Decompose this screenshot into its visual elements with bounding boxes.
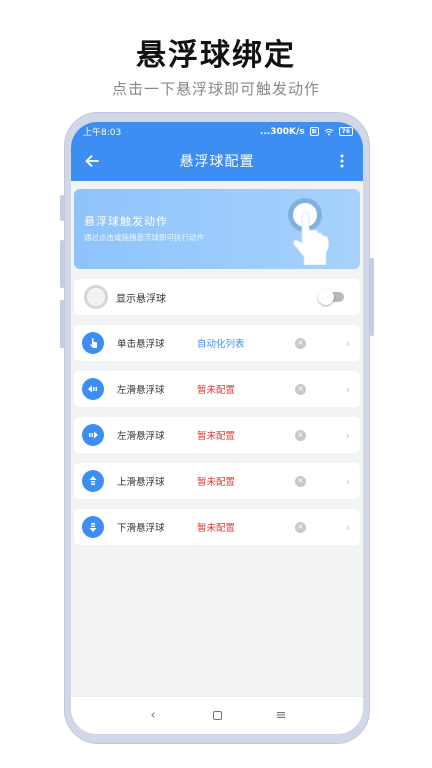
action-row-swipe-down[interactable]: 下滑悬浮球 暂未配置 × › <box>74 509 360 545</box>
banner-title: 悬浮球触发动作 <box>84 215 168 228</box>
app-bar: 悬浮球配置 <box>71 141 363 181</box>
tap-hand-illustration-icon <box>288 198 330 265</box>
chevron-left-icon: ‹ <box>150 708 156 723</box>
back-button[interactable] <box>81 150 103 172</box>
promo-title: 悬浮球绑定 <box>136 38 296 73</box>
nav-back-button[interactable]: ‹ <box>140 703 166 729</box>
more-button[interactable] <box>331 150 353 172</box>
chevron-right-icon: › <box>345 336 350 350</box>
promo-subtitle: 点击一下悬浮球即可触发动作 <box>111 80 320 98</box>
chevron-right-icon: › <box>345 520 350 534</box>
tap-icon <box>82 332 104 354</box>
floating-ball-toggle-card: 显示悬浮球 <box>74 279 360 315</box>
chevron-right-icon: › <box>345 382 350 396</box>
switch-knob <box>318 289 334 305</box>
battery-icon: 76 <box>338 127 353 136</box>
chevron-right-icon: › <box>345 428 350 442</box>
banner-description: 通过点击或拖拽悬浮球即可执行动作 <box>84 233 204 242</box>
action-value: 暂未配置 <box>197 431 236 442</box>
action-label: 上滑悬浮球 <box>117 477 165 488</box>
status-time: 上午8:03 <box>83 128 122 138</box>
more-vertical-icon <box>340 154 344 168</box>
action-value: 暂未配置 <box>197 477 236 488</box>
show-floating-ball-switch[interactable] <box>318 289 344 305</box>
toggle-label: 显示悬浮球 <box>116 293 166 305</box>
floating-ball-preview-icon <box>84 285 108 309</box>
action-row-swipe-right[interactable]: 左滑悬浮球 暂未配置 × › <box>74 417 360 453</box>
sim-icon: ⊠ <box>309 127 319 136</box>
action-row-swipe-up[interactable]: 上滑悬浮球 暂未配置 × › <box>74 463 360 499</box>
action-value: 自动化列表 <box>197 339 245 350</box>
clear-icon[interactable]: × <box>295 429 306 441</box>
floating-ball-preview-inner <box>87 288 105 306</box>
action-label: 左滑悬浮球 <box>117 385 165 396</box>
nav-menu-button[interactable]: ≡ <box>268 703 294 729</box>
clear-icon[interactable]: × <box>295 337 306 349</box>
clear-icon[interactable]: × <box>295 383 306 395</box>
clear-icon[interactable]: × <box>295 521 306 533</box>
network-speed: ...300K/s <box>259 126 305 137</box>
nav-home-button[interactable] <box>204 703 230 729</box>
wifi-icon <box>324 128 333 135</box>
swipe-up-icon <box>82 470 104 492</box>
action-value: 暂未配置 <box>197 523 236 534</box>
system-nav-bar: ‹ ≡ <box>71 696 363 734</box>
action-row-tap[interactable]: 单击悬浮球 自动化列表 × › <box>74 325 360 361</box>
action-label: 单击悬浮球 <box>117 339 165 350</box>
square-icon <box>212 711 222 720</box>
page-title: 悬浮球配置 <box>179 154 255 170</box>
swipe-right-icon <box>82 424 104 446</box>
action-label: 下滑悬浮球 <box>117 523 165 534</box>
phone-screen: 上午8:03 ...300K/s ⊠ 76 悬浮球配置 悬浮球触发动作 通过点击… <box>71 122 363 734</box>
action-label: 左滑悬浮球 <box>117 431 165 442</box>
status-bar: 上午8:03 ...300K/s ⊠ 76 <box>71 122 363 141</box>
status-icons: ...300K/s ⊠ 76 <box>260 127 353 137</box>
swipe-left-icon <box>82 378 104 400</box>
menu-icon: ≡ <box>275 708 287 723</box>
action-value: 暂未配置 <box>197 385 236 396</box>
arrow-left-icon <box>85 155 99 167</box>
action-row-swipe-left[interactable]: 左滑悬浮球 暂未配置 × › <box>74 371 360 407</box>
clear-icon[interactable]: × <box>295 475 306 487</box>
info-banner: 悬浮球触发动作 通过点击或拖拽悬浮球即可执行动作 <box>74 189 360 269</box>
swipe-down-icon <box>82 516 104 538</box>
chevron-right-icon: › <box>345 474 350 488</box>
